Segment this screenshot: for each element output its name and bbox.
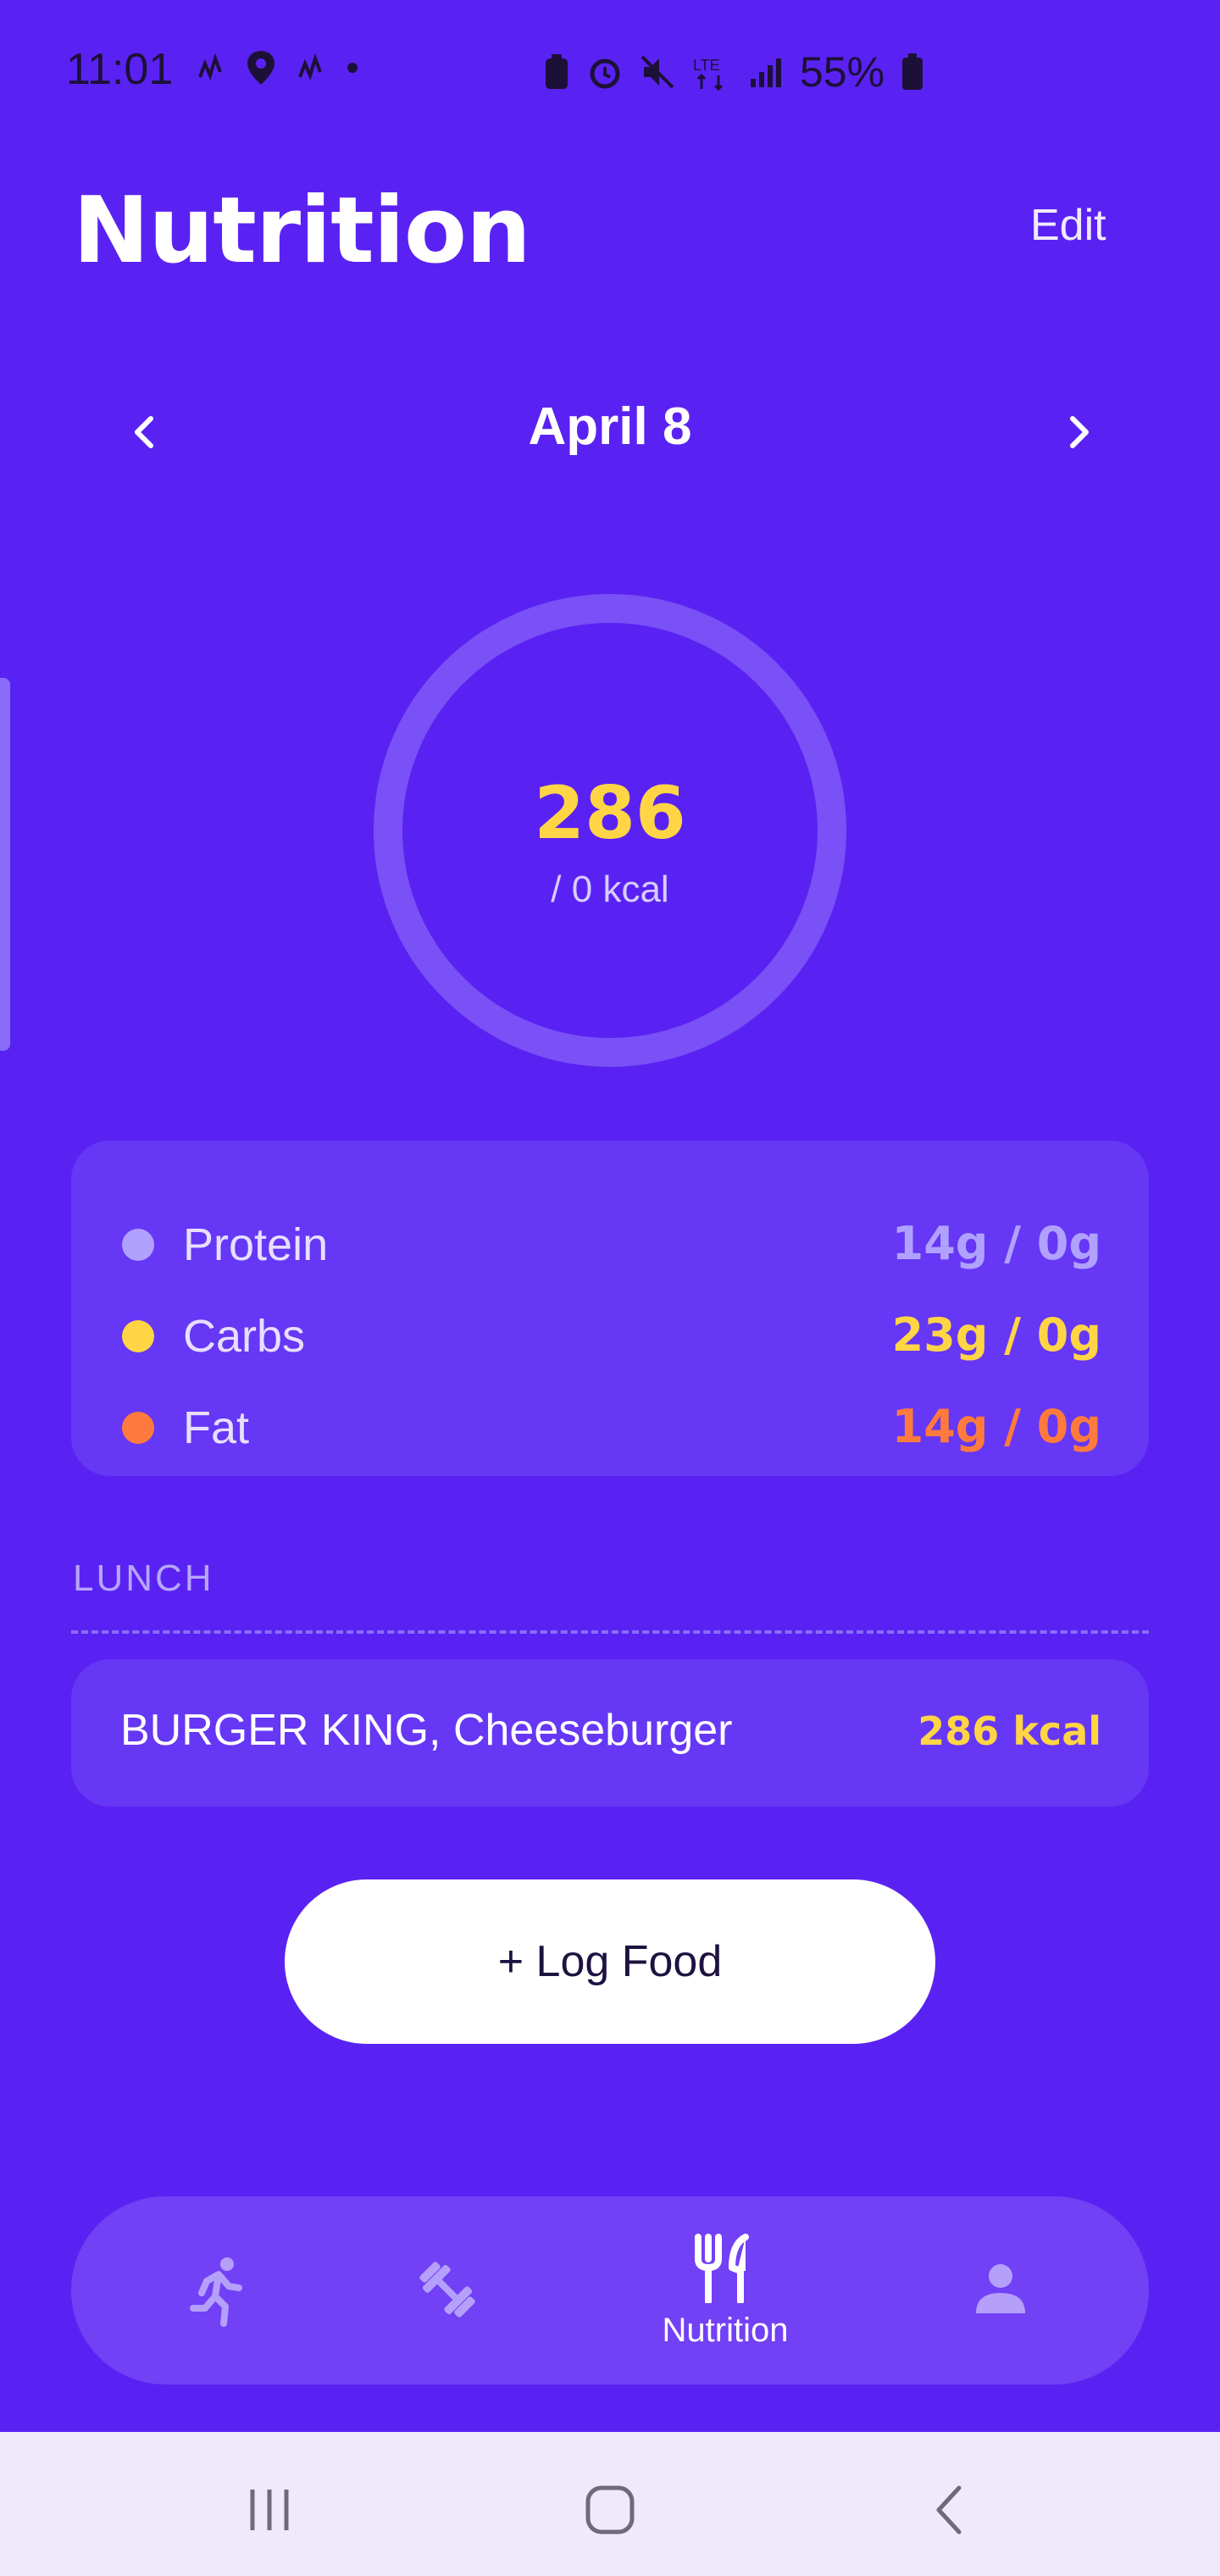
- signal-icon: [751, 58, 781, 87]
- lte-icon: LTE: [693, 57, 724, 91]
- food-calories: 286 kcal: [918, 1708, 1101, 1754]
- running-icon: [190, 2257, 242, 2327]
- mute-icon: [640, 55, 674, 89]
- macro-row-fat: Fat 14g / 0g: [71, 1395, 1149, 1463]
- macro-name: Protein: [183, 1219, 329, 1270]
- dumbbell-icon: [419, 2262, 475, 2318]
- activity-icon: [198, 53, 222, 80]
- back-icon[interactable]: [917, 2476, 984, 2544]
- status-left-icons: [197, 49, 361, 86]
- battery-icon: [902, 53, 923, 90]
- nav-label-nutrition: Nutrition: [662, 2312, 789, 2349]
- svg-text:LTE: LTE: [693, 57, 720, 74]
- meal-section-label: LUNCH: [73, 1557, 214, 1599]
- profile-icon: [976, 2264, 1025, 2313]
- calories-consumed: 286: [534, 771, 686, 856]
- status-bar: 11:01 LTE 55%: [0, 0, 1220, 144]
- nav-item-profile[interactable]: [917, 2196, 1086, 2384]
- protein-dot: [122, 1229, 154, 1261]
- macro-value: 14g / 0g: [891, 1217, 1101, 1270]
- location-icon: [247, 51, 274, 85]
- dot-icon: [347, 63, 358, 73]
- date-navigator: April 8: [0, 390, 1220, 475]
- macro-row-carbs: Carbs 23g / 0g: [71, 1303, 1149, 1371]
- system-nav-bar: [0, 2432, 1220, 2576]
- fat-dot: [122, 1412, 154, 1444]
- nav-item-nutrition[interactable]: Nutrition: [640, 2196, 810, 2384]
- fork-knife-icon: [695, 2234, 749, 2303]
- macro-name: Fat: [183, 1402, 250, 1453]
- page-title: Nutrition: [73, 178, 531, 284]
- macro-value: 14g / 0g: [891, 1400, 1101, 1453]
- battery-saver-icon: [546, 54, 568, 89]
- activity-icon: [298, 53, 322, 80]
- alarm-icon: [590, 58, 620, 89]
- log-food-button[interactable]: + Log Food: [285, 1879, 935, 2044]
- macro-row-protein: Protein 14g / 0g: [71, 1212, 1149, 1280]
- chevron-right-icon[interactable]: [1054, 407, 1105, 458]
- food-entry[interactable]: BURGER KING, Cheeseburger 286 kcal: [71, 1659, 1149, 1807]
- edit-button[interactable]: Edit: [1030, 200, 1106, 251]
- bottom-nav: Nutrition: [71, 2196, 1149, 2384]
- status-right: LTE 55%: [542, 47, 925, 97]
- macro-value: 23g / 0g: [891, 1308, 1101, 1362]
- calorie-ring: 286 / 0 kcal: [373, 593, 847, 1068]
- battery-percent: 55%: [800, 48, 885, 96]
- macro-name: Carbs: [183, 1311, 306, 1362]
- status-time: 11:01: [66, 45, 174, 94]
- nav-item-activity[interactable]: [134, 2196, 303, 2384]
- home-icon[interactable]: [576, 2476, 644, 2544]
- carbs-dot: [122, 1320, 154, 1352]
- date-label: April 8: [528, 397, 692, 456]
- macros-card: Protein 14g / 0g Carbs 23g / 0g Fat 14g …: [71, 1141, 1149, 1476]
- calories-goal: / 0 kcal: [551, 869, 669, 910]
- food-name: BURGER KING, Cheeseburger: [120, 1706, 733, 1755]
- edge-panel-handle[interactable]: [0, 678, 10, 1051]
- recents-icon[interactable]: [236, 2476, 303, 2544]
- nav-item-workouts[interactable]: [363, 2196, 532, 2384]
- section-divider: [71, 1630, 1149, 1634]
